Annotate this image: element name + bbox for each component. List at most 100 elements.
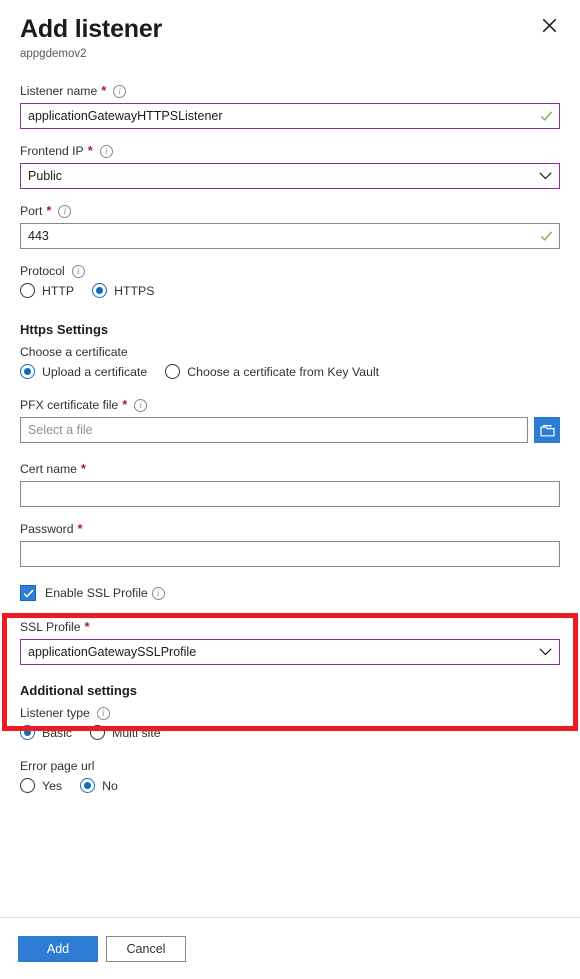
checkbox-checked-icon <box>20 585 36 601</box>
info-icon[interactable]: i <box>113 85 126 98</box>
password-label-text: Password <box>20 521 74 537</box>
listener-name-label-text: Listener name <box>20 83 97 99</box>
radio-upload-certificate[interactable]: Upload a certificate <box>20 364 147 379</box>
form-body: Listener name * i Frontend IP * i Publi <box>0 83 580 793</box>
protocol-radio-http[interactable]: HTTP <box>20 283 74 298</box>
listener-type-radio-basic[interactable]: Basic <box>20 725 72 740</box>
required-asterisk: * <box>101 86 106 96</box>
folder-icon <box>540 424 555 437</box>
info-icon[interactable]: i <box>100 145 113 158</box>
enable-ssl-profile-checkbox[interactable]: Enable SSL Profile i <box>20 585 560 601</box>
frontend-ip-field: Frontend IP * i Public <box>20 143 560 189</box>
listener-name-field: Listener name * i <box>20 83 560 129</box>
listener-type-radio-multisite-label: Multi site <box>112 726 161 740</box>
protocol-field: Protocol i HTTP HTTPS <box>20 263 560 298</box>
listener-name-input[interactable] <box>20 103 560 129</box>
error-page-url-radio-yes-label: Yes <box>42 779 62 793</box>
listener-type-radio-basic-label: Basic <box>42 726 72 740</box>
radio-icon <box>20 364 35 379</box>
port-input[interactable] <box>20 223 560 249</box>
info-icon[interactable]: i <box>97 707 110 720</box>
ssl-profile-label-text: SSL Profile <box>20 619 81 635</box>
protocol-radio-http-label: HTTP <box>42 284 74 298</box>
info-icon[interactable]: i <box>72 265 85 278</box>
frontend-ip-label: Frontend IP * i <box>20 143 560 159</box>
radio-keyvault-certificate-label: Choose a certificate from Key Vault <box>187 365 379 379</box>
frontend-ip-value: Public <box>28 164 62 188</box>
required-asterisk: * <box>81 464 86 474</box>
info-icon[interactable]: i <box>58 205 71 218</box>
error-page-url-radio-no-label: No <box>102 779 118 793</box>
choose-certificate-label-text: Choose a certificate <box>20 344 128 360</box>
pfx-certificate-file-label-text: PFX certificate file <box>20 397 118 413</box>
ssl-profile-value: applicationGatewaySSLProfile <box>28 640 196 664</box>
enable-ssl-profile-field: Enable SSL Profile i <box>20 585 560 601</box>
port-field: Port * i <box>20 203 560 249</box>
listener-type-radio-group: Basic Multi site <box>20 725 560 740</box>
pfx-certificate-file-field: PFX certificate file * i <box>20 397 560 443</box>
required-asterisk: * <box>85 622 90 632</box>
listener-name-label: Listener name * i <box>20 83 560 99</box>
listener-type-radio-multisite[interactable]: Multi site <box>90 725 161 740</box>
ssl-profile-select[interactable]: applicationGatewaySSLProfile <box>20 639 560 665</box>
listener-type-field: Listener type i Basic Multi site <box>20 705 560 740</box>
port-label: Port * i <box>20 203 560 219</box>
info-icon[interactable]: i <box>152 587 165 600</box>
pfx-certificate-file-input[interactable] <box>20 417 528 443</box>
password-field: Password * <box>20 521 560 567</box>
close-icon[interactable] <box>534 10 564 40</box>
radio-icon <box>20 778 35 793</box>
protocol-label-text: Protocol <box>20 263 65 279</box>
radio-icon <box>165 364 180 379</box>
radio-icon <box>20 725 35 740</box>
protocol-radio-https-label: HTTPS <box>114 284 154 298</box>
add-listener-panel: Add listener appgdemov2 Listener name * … <box>0 0 580 979</box>
error-page-url-field: Error page url Yes No <box>20 758 560 793</box>
resource-subtitle: appgdemov2 <box>20 47 560 61</box>
password-input[interactable] <box>20 541 560 567</box>
cert-name-label-text: Cert name <box>20 461 77 477</box>
error-page-url-radio-yes[interactable]: Yes <box>20 778 62 793</box>
required-asterisk: * <box>88 146 93 156</box>
error-page-url-label-text: Error page url <box>20 758 95 774</box>
add-button[interactable]: Add <box>18 936 98 962</box>
required-asterisk: * <box>46 206 51 216</box>
required-asterisk: * <box>78 524 83 534</box>
port-label-text: Port <box>20 203 42 219</box>
ssl-profile-field: SSL Profile * applicationGatewaySSLProfi… <box>20 619 560 665</box>
choose-certificate-radio-group: Upload a certificate Choose a certificat… <box>20 364 560 379</box>
protocol-radio-group: HTTP HTTPS <box>20 283 560 298</box>
listener-type-label-text: Listener type <box>20 705 90 721</box>
ssl-profile-label: SSL Profile * <box>20 619 560 635</box>
frontend-ip-label-text: Frontend IP <box>20 143 84 159</box>
browse-file-button[interactable] <box>534 417 560 443</box>
pfx-certificate-file-label: PFX certificate file * i <box>20 397 560 413</box>
additional-settings-heading: Additional settings <box>20 683 560 698</box>
radio-keyvault-certificate[interactable]: Choose a certificate from Key Vault <box>165 364 379 379</box>
cert-name-input[interactable] <box>20 481 560 507</box>
panel-header: Add listener appgdemov2 <box>0 0 580 61</box>
choose-certificate-field: Choose a certificate Upload a certificat… <box>20 344 560 379</box>
radio-icon <box>20 283 35 298</box>
frontend-ip-select[interactable]: Public <box>20 163 560 189</box>
page-title: Add listener <box>20 14 560 44</box>
listener-type-label: Listener type i <box>20 705 560 721</box>
radio-upload-certificate-label: Upload a certificate <box>42 365 147 379</box>
panel-footer: Add Cancel <box>0 917 580 979</box>
choose-certificate-label: Choose a certificate <box>20 344 560 360</box>
required-asterisk: * <box>122 400 127 410</box>
cert-name-field: Cert name * <box>20 461 560 507</box>
cert-name-label: Cert name * <box>20 461 560 477</box>
cancel-button[interactable]: Cancel <box>106 936 186 962</box>
enable-ssl-profile-label: Enable SSL Profile <box>45 586 148 600</box>
password-label: Password * <box>20 521 560 537</box>
error-page-url-label: Error page url <box>20 758 560 774</box>
error-page-url-radio-no[interactable]: No <box>80 778 118 793</box>
info-icon[interactable]: i <box>134 399 147 412</box>
error-page-url-radio-group: Yes No <box>20 778 560 793</box>
radio-icon <box>90 725 105 740</box>
protocol-label: Protocol i <box>20 263 560 279</box>
protocol-radio-https[interactable]: HTTPS <box>92 283 154 298</box>
radio-icon <box>92 283 107 298</box>
radio-icon <box>80 778 95 793</box>
